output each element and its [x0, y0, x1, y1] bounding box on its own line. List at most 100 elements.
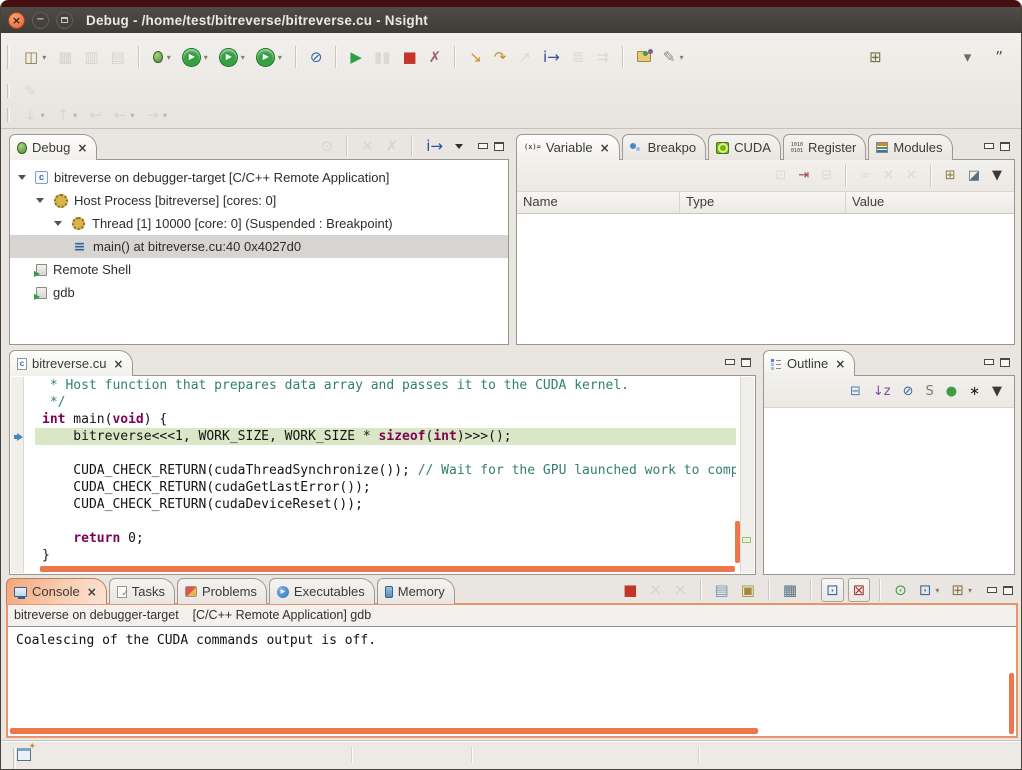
tab-executables[interactable]: Executables [269, 578, 375, 604]
hide-non-public-button[interactable]: ● [942, 382, 961, 402]
tab-modules[interactable]: Modules [868, 134, 952, 160]
profile-button[interactable]: ▶▾ [253, 45, 286, 69]
open-detail-pane-button[interactable]: ◪ [964, 166, 984, 186]
view-menu-button[interactable]: ▼ [988, 166, 1006, 186]
hide-static-button[interactable]: S [921, 382, 937, 402]
tab-variable[interactable]: Variable× [516, 134, 620, 160]
console-output[interactable]: Coalescing of the CUDA commands output i… [8, 627, 1016, 654]
tab-close-button[interactable]: × [77, 142, 87, 154]
minimize-view-button[interactable] [724, 357, 734, 367]
step-over-button[interactable]: ↷ [490, 45, 511, 69]
hide-fields-button[interactable]: ⊘ [899, 382, 918, 402]
tab-register[interactable]: Register [783, 134, 866, 160]
tab-close-button[interactable]: × [113, 358, 123, 370]
show-console-on-output-button[interactable]: ⊡ [821, 578, 844, 602]
toolbar-overflow-button[interactable]: ” [991, 45, 1007, 69]
code-editor[interactable]: * Host function that prepares data array… [35, 377, 736, 565]
tab-tasks[interactable]: Tasks [109, 578, 175, 604]
code-line[interactable] [35, 445, 736, 462]
code-line[interactable]: } [35, 547, 736, 564]
hide-inactive-button[interactable]: ∗ [965, 382, 984, 402]
code-line[interactable]: CUDA_CHECK_RETURN(cudaThreadSynchronize(… [35, 462, 736, 479]
debug-tree-item[interactable]: Remote Shell [10, 258, 508, 281]
column-header-name[interactable]: Name [517, 192, 680, 213]
clear-console-button[interactable]: ▤ [711, 578, 733, 602]
tab-problems[interactable]: Problems [177, 578, 267, 604]
tab-close-button[interactable]: × [600, 142, 610, 154]
expander-icon[interactable] [18, 175, 26, 180]
toolbar-drag-handle[interactable] [7, 108, 10, 122]
fast-view-button[interactable] [17, 748, 31, 761]
window-close-button[interactable]: × [8, 12, 25, 29]
code-line[interactable]: return 0; [35, 530, 736, 547]
view-menu-button[interactable] [451, 134, 467, 158]
debug-tree-item[interactable]: Thread [1] 10000 [core: 0] (Suspended : … [10, 212, 508, 235]
debug-button[interactable]: ▾ [149, 45, 175, 69]
column-header-value[interactable]: Value [846, 192, 1014, 213]
minimize-view-button[interactable] [477, 141, 487, 151]
column-header-type[interactable]: Type [680, 192, 846, 213]
code-line[interactable]: int main(void) { [35, 411, 736, 428]
terminate-button[interactable]: ■ [619, 578, 641, 602]
open-perspective-button[interactable]: ⊞ [865, 45, 886, 69]
editor-annotation-ruler[interactable] [11, 377, 24, 573]
pin-console-button[interactable]: ⊙ [890, 578, 911, 602]
expander-icon[interactable] [36, 198, 44, 203]
trim-drag-handle[interactable] [13, 748, 16, 770]
code-line[interactable]: * Host function that prepares data array… [35, 377, 736, 394]
maximize-view-button[interactable] [1000, 358, 1010, 367]
tab-bitreverse-cu[interactable]: bitreverse.cu × [9, 350, 133, 376]
open-task-button[interactable] [633, 45, 655, 69]
expander-icon[interactable] [54, 221, 62, 226]
sash[interactable] [509, 133, 516, 345]
open-console-button[interactable]: ⊞▾ [947, 578, 976, 602]
terminate-button[interactable]: ■ [398, 45, 420, 69]
toolbar-drag-handle[interactable] [7, 45, 10, 69]
code-line[interactable]: bitreverse<<<1, WORK_SIZE, WORK_SIZE * s… [35, 428, 736, 445]
titlebar[interactable]: × − Debug - /home/test/bitreverse/bitrev… [1, 0, 1021, 33]
code-line[interactable]: */ [35, 394, 736, 411]
add-global-variables-button[interactable]: ⇥ [794, 166, 813, 186]
tab-close-button[interactable]: × [87, 586, 97, 598]
maximize-view-button[interactable] [494, 142, 504, 151]
skip-all-breakpoints-button[interactable]: ⊘ [306, 45, 327, 69]
sort-button[interactable]: ↓z [869, 382, 895, 402]
debug-tree-item[interactable]: Host Process [bitreverse] [cores: 0] [10, 189, 508, 212]
scroll-lock-button[interactable]: ▣ [737, 578, 759, 602]
maximize-view-button[interactable] [1000, 142, 1010, 151]
instruction-stepping-button[interactable]: i→ [539, 45, 564, 69]
perspective-list-button[interactable]: ▾ [960, 45, 976, 69]
tab-outline[interactable]: Outline × [763, 350, 855, 376]
tab-console[interactable]: Console× [6, 578, 107, 604]
window-minimize-button[interactable]: − [32, 12, 49, 29]
run-history-button[interactable]: ▶▾ [216, 45, 249, 69]
minimize-view-button[interactable] [986, 585, 996, 595]
window-maximize-button[interactable] [56, 12, 73, 29]
debug-tree-item[interactable]: gdb [10, 281, 508, 304]
code-line[interactable]: CUDA_CHECK_RETURN(cudaGetLastError()); [35, 479, 736, 496]
display-console-button[interactable]: ⊡▾ [915, 578, 944, 602]
tab-debug[interactable]: Debug × [9, 134, 97, 160]
collapse-all-button[interactable]: ⊟ [846, 382, 865, 402]
resume-button[interactable]: ▶ [346, 45, 366, 69]
toggle-mark-occurrences-button[interactable]: ✎▾ [659, 45, 688, 69]
maximize-view-button[interactable] [1003, 586, 1013, 595]
view-menu-button[interactable]: ▼ [988, 382, 1006, 402]
save-output-button[interactable]: ▦ [779, 578, 801, 602]
new-view-button[interactable]: ⊞ [941, 166, 960, 186]
editor-vertical-scrollbar-thumb[interactable] [735, 521, 740, 563]
toolbar-drag-handle[interactable] [7, 84, 10, 98]
console-vertical-scrollbar-thumb[interactable] [1009, 673, 1014, 734]
debug-tree-item[interactable]: main() at bitreverse.cu:40 0x4027d0 [10, 235, 508, 258]
disconnect-button[interactable]: ✗ [425, 45, 446, 69]
editor-horizontal-scrollbar-thumb[interactable] [40, 566, 735, 572]
maximize-view-button[interactable] [741, 358, 751, 367]
code-line[interactable] [35, 513, 736, 530]
console-horizontal-scrollbar-thumb[interactable] [10, 728, 758, 734]
minimize-view-button[interactable] [983, 141, 993, 151]
minimize-view-button[interactable] [983, 357, 993, 367]
tab-cuda[interactable]: CUDA [708, 134, 781, 160]
new-wizard-button[interactable]: ◫▾ [20, 45, 50, 69]
editor-overview-ruler[interactable] [740, 377, 754, 573]
tab-memory[interactable]: Memory [377, 578, 455, 604]
